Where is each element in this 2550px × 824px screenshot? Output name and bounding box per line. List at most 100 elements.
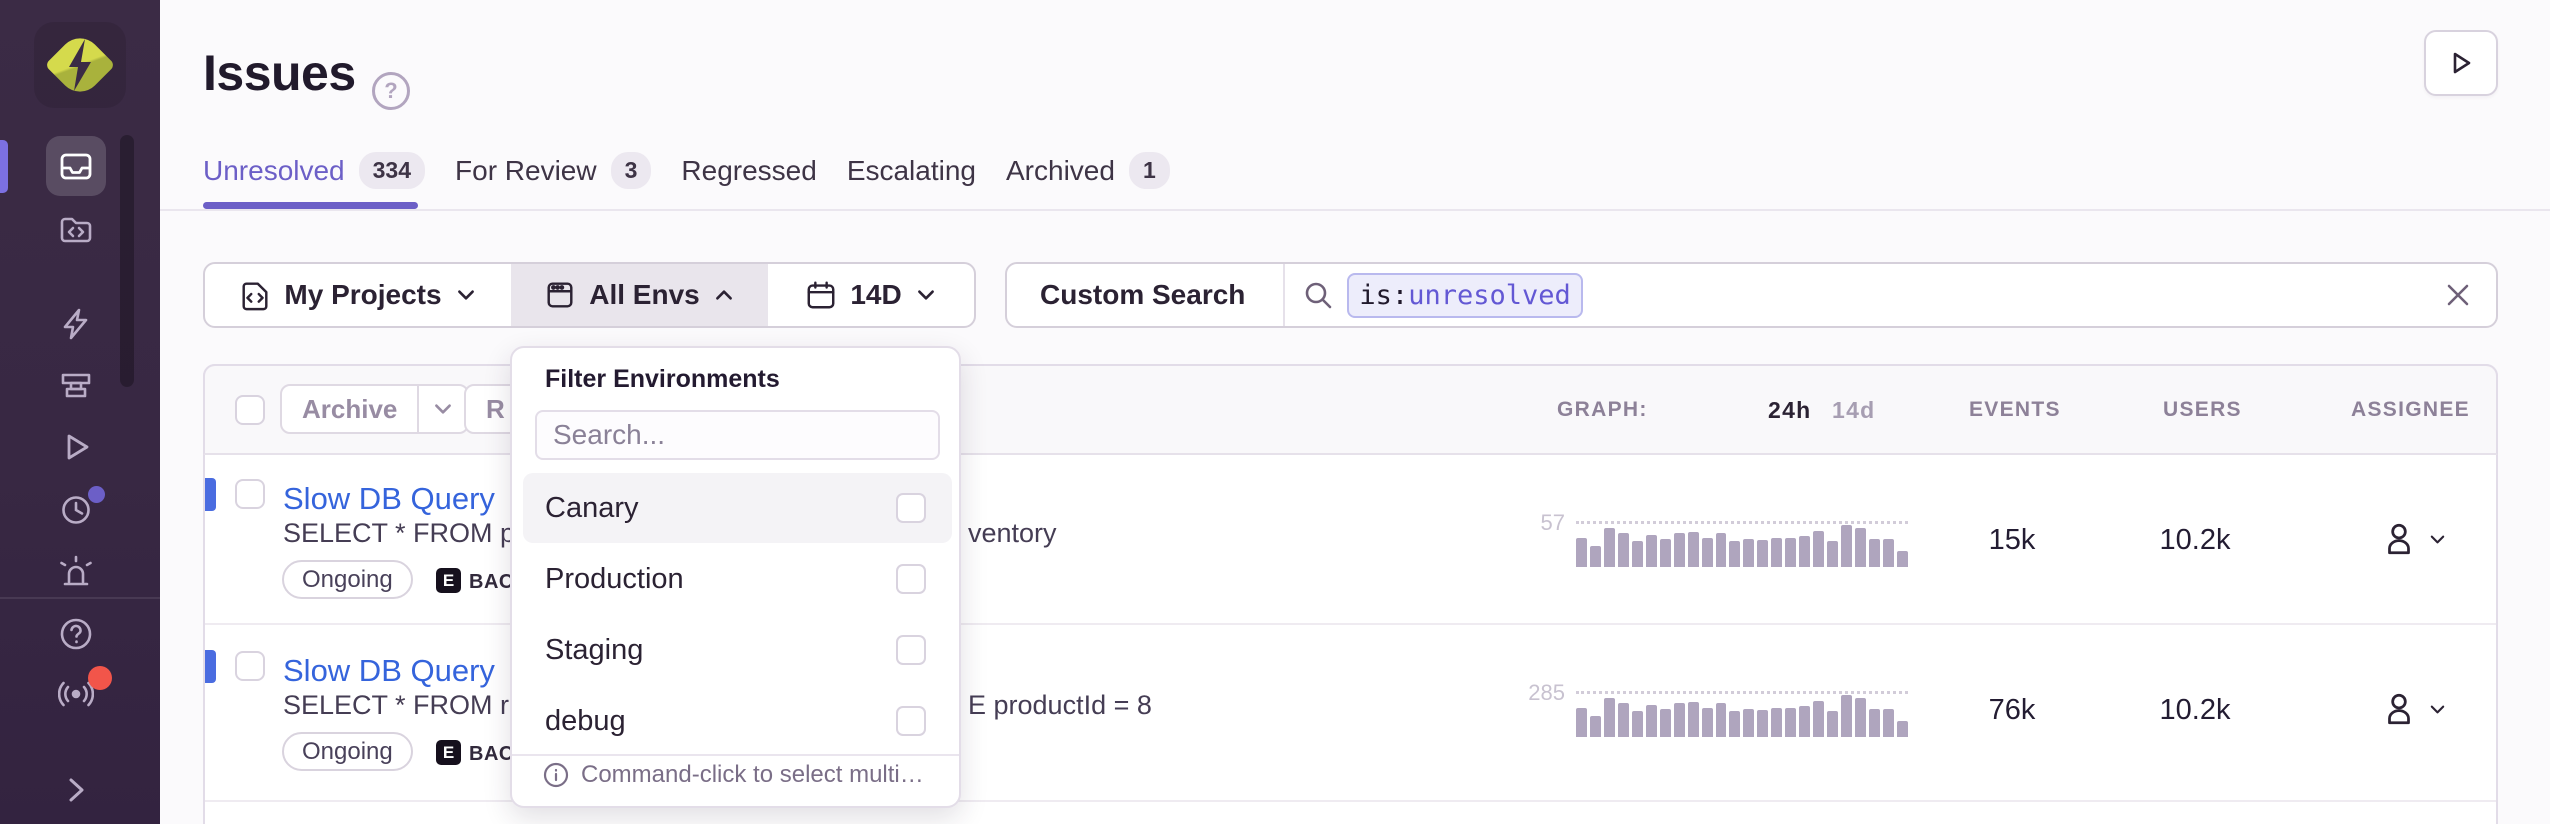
tab-for-review[interactable]: For Review 3 (455, 152, 651, 189)
env-option-staging[interactable]: Staging (523, 615, 952, 685)
explore-code-folder-icon[interactable] (58, 211, 94, 247)
archive-button-label: Archive (282, 394, 417, 425)
dropdown-footer-divider (512, 754, 959, 756)
column-events-label: EVENTS (1969, 398, 2061, 422)
column-users-label: USERS (2163, 398, 2242, 422)
clear-search-icon[interactable] (2444, 281, 2472, 309)
graph-max-label: 57 (1498, 510, 1565, 536)
projects-filter-button[interactable]: My Projects (205, 264, 511, 326)
tab-regressed[interactable]: Regressed (681, 155, 816, 187)
status-badge: Ongoing (282, 560, 413, 599)
project-name-partial: BAC (469, 571, 514, 594)
issues-page: Issues ? Unresolved 334 For Review 3 Reg… (0, 0, 2550, 824)
help-question-icon[interactable] (58, 616, 94, 652)
logo-bolt (45, 31, 115, 99)
chevron-up-icon (713, 284, 735, 306)
play-icon (2447, 49, 2475, 77)
tab-escalating[interactable]: Escalating (847, 155, 976, 187)
events-sparkline-chart (1576, 525, 1908, 567)
assignee-selector[interactable] (2380, 690, 2447, 728)
tab-count-badge: 334 (359, 152, 425, 189)
archive-split-button[interactable]: Archive (280, 384, 469, 434)
issue-title-link[interactable]: Slow DB Query (283, 481, 495, 517)
assignee-person-icon (2380, 690, 2418, 728)
issue-search-bar: Custom Search is:unresolved (1005, 262, 2498, 328)
graph-max-line (1576, 691, 1908, 694)
replay-tour-button[interactable] (2424, 30, 2498, 96)
env-option-checkbox[interactable] (896, 493, 926, 523)
replays-play-icon[interactable] (58, 429, 94, 465)
tab-label: Unresolved (203, 155, 345, 187)
environments-filter-button[interactable]: All Envs (511, 264, 768, 326)
users-count: 10.2k (2135, 694, 2255, 727)
environments-window-icon (544, 279, 576, 311)
project-avatar: E (436, 568, 461, 593)
env-option-checkbox[interactable] (896, 635, 926, 665)
lightning-icon[interactable] (58, 306, 94, 342)
graph-range-24h-toggle[interactable]: 24h (1768, 397, 1812, 424)
page-title: Issues (203, 44, 356, 102)
tab-count-badge: 3 (611, 152, 652, 189)
custom-search-button[interactable]: Custom Search (1007, 279, 1283, 311)
env-option-production[interactable]: Production (523, 544, 952, 614)
project-avatar: E (436, 740, 461, 765)
page-help-icon[interactable]: ? (372, 72, 410, 110)
tab-count-badge: 1 (1129, 152, 1170, 189)
tab-label: Escalating (847, 155, 976, 187)
env-option-label: Production (545, 563, 684, 596)
sidebar-divider (0, 597, 160, 599)
tab-label: Archived (1006, 155, 1115, 187)
row-checkbox[interactable] (235, 651, 265, 681)
dropdown-footer-text: Command-click to select multi… (581, 761, 924, 789)
chevron-down-icon (2428, 700, 2447, 719)
archive-dropdown-toggle[interactable] (417, 386, 467, 432)
assignee-selector[interactable] (2380, 520, 2447, 558)
environments-dropdown-title: Filter Environments (545, 365, 780, 394)
environments-filter-label: All Envs (589, 279, 699, 311)
status-badge: Ongoing (282, 732, 413, 771)
chevron-down-icon (915, 284, 937, 306)
active-tab-underline (203, 202, 418, 209)
environments-search-input[interactable] (535, 410, 940, 460)
graph-max-label: 285 (1498, 680, 1565, 706)
tab-archived[interactable]: Archived 1 (1006, 152, 1170, 189)
select-all-checkbox[interactable] (235, 395, 265, 425)
collapse-chevron-icon[interactable] (58, 772, 94, 808)
issue-state-tabs: Unresolved 334 For Review 3 Regressed Es… (203, 152, 1170, 189)
env-option-label: Canary (545, 492, 639, 525)
column-assignee-label: ASSIGNEE (2351, 398, 2470, 422)
env-option-label: debug (545, 705, 626, 738)
row-checkbox[interactable] (235, 479, 265, 509)
calendar-icon (805, 279, 837, 311)
token-value: unresolved (1408, 280, 1571, 311)
whats-new-notification-dot (88, 666, 112, 690)
info-icon (543, 762, 569, 788)
env-option-canary[interactable]: Canary (523, 473, 952, 543)
events-count: 76k (1952, 694, 2072, 727)
events-sparkline-chart (1576, 695, 1908, 737)
env-option-label: Staging (545, 634, 643, 667)
search-icon (1303, 280, 1333, 310)
issue-subtitle-left: SELECT * FROM re (283, 690, 524, 721)
column-graph-label: GRAPH: (1557, 398, 1648, 422)
date-range-filter-button[interactable]: 14D (768, 264, 974, 326)
issue-subtitle-left: SELECT * FROM p (283, 518, 515, 549)
issue-subtitle-right: E productId = 8 (968, 690, 1152, 721)
tab-unresolved[interactable]: Unresolved 334 (203, 152, 425, 189)
graph-range-14d-toggle[interactable]: 14d (1832, 397, 1876, 424)
chevron-down-icon (2428, 530, 2447, 549)
unread-indicator-bar (205, 650, 216, 683)
date-range-label: 14D (850, 279, 901, 311)
search-query-token[interactable]: is:unresolved (1347, 273, 1582, 318)
chevron-down-icon (432, 398, 454, 420)
sentry-logo-icon[interactable] (45, 31, 115, 99)
sidebar (0, 0, 160, 824)
env-option-checkbox[interactable] (896, 706, 926, 736)
insights-press-icon[interactable] (58, 367, 94, 403)
issues-inbox-icon[interactable] (58, 148, 94, 184)
env-option-debug[interactable]: debug (523, 686, 952, 756)
sidebar-scrollbar[interactable] (120, 135, 134, 387)
issue-title-link[interactable]: Slow DB Query (283, 653, 495, 689)
alerts-siren-icon[interactable] (58, 553, 94, 589)
env-option-checkbox[interactable] (896, 564, 926, 594)
